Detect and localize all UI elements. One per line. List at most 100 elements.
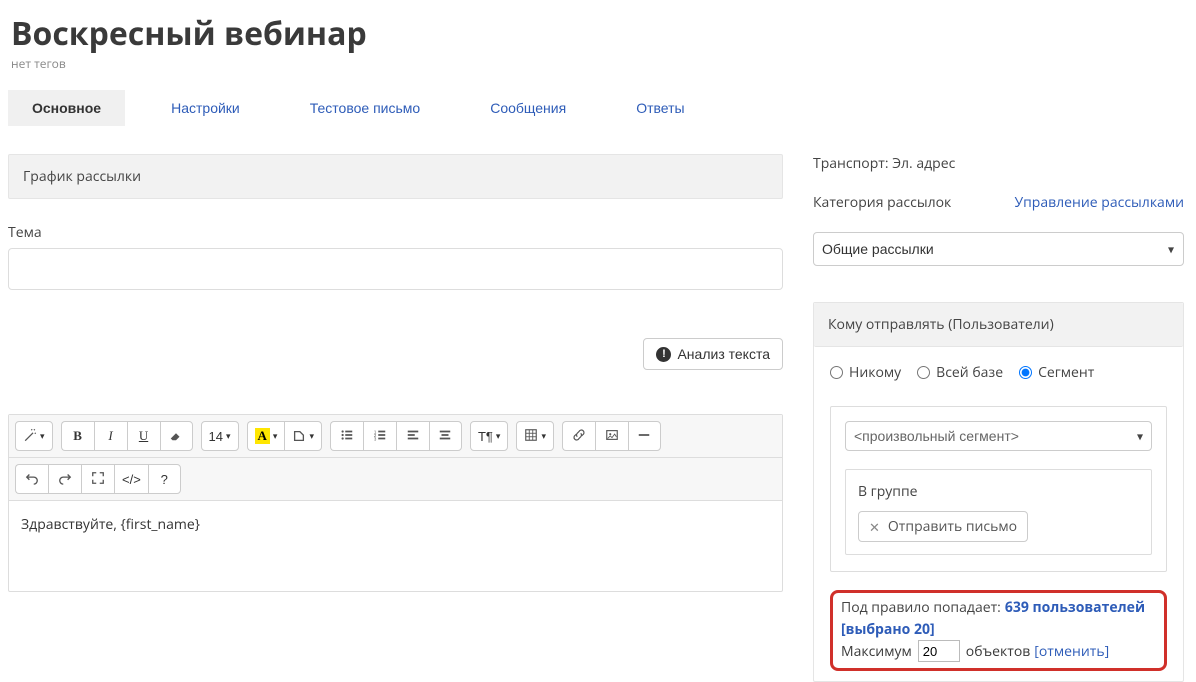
- help-button[interactable]: ?: [148, 464, 181, 494]
- ul-button[interactable]: [330, 421, 363, 451]
- ul-icon: [340, 428, 354, 445]
- radio-segment-label: Сегмент: [1038, 363, 1094, 382]
- schedule-header: График рассылки: [8, 154, 783, 199]
- radio-segment-input[interactable]: [1019, 366, 1032, 379]
- radio-nobody[interactable]: Никому: [830, 363, 901, 382]
- redo-button[interactable]: [48, 464, 81, 494]
- side-column: Транспорт: Эл. адрес Категория рассылок …: [813, 154, 1188, 682]
- tab-messages[interactable]: Сообщения: [466, 90, 590, 126]
- radio-all-input[interactable]: [917, 366, 930, 379]
- redo-icon: [58, 471, 72, 488]
- tab-main[interactable]: Основное: [8, 90, 125, 126]
- tab-settings[interactable]: Настройки: [147, 90, 264, 126]
- link-button[interactable]: [562, 421, 595, 451]
- editor-toolbar-row2: </> ?: [9, 458, 782, 501]
- table-button[interactable]: ▾: [516, 421, 554, 451]
- eraser-icon: [169, 428, 183, 445]
- rule-users-link[interactable]: 639 пользователей: [1005, 597, 1145, 619]
- subject-input[interactable]: [8, 248, 783, 290]
- analyze-text-label: Анализ текста: [677, 346, 770, 362]
- editor-body[interactable]: Здравствуйте, {first_name}: [9, 501, 782, 591]
- hr-button[interactable]: [628, 421, 661, 451]
- tab-answers[interactable]: Ответы: [612, 90, 708, 126]
- page-title: Воскресный вебинар: [11, 12, 1188, 55]
- group-chip[interactable]: ✕ Отправить письмо: [858, 511, 1028, 542]
- rich-text-editor: ▾ B I U: [8, 414, 783, 592]
- align-left-icon: [406, 428, 420, 445]
- caret-icon: ▾: [541, 431, 546, 442]
- italic-button[interactable]: I: [94, 421, 127, 451]
- table-icon: [524, 428, 538, 445]
- category-label: Категория рассылок: [813, 193, 951, 212]
- image-button[interactable]: [595, 421, 628, 451]
- fullscreen-icon: [91, 471, 105, 488]
- hr-icon: [637, 428, 651, 445]
- help-icon: ?: [161, 472, 168, 487]
- align-center-icon: [438, 428, 452, 445]
- ol-button[interactable]: 123: [363, 421, 396, 451]
- align-left-button[interactable]: [396, 421, 429, 451]
- caret-icon: ▾: [496, 431, 501, 442]
- font-color-button[interactable]: A▾: [247, 421, 285, 451]
- codeview-button[interactable]: </>: [114, 464, 148, 494]
- cancel-max-link[interactable]: [отменить]: [1034, 641, 1109, 663]
- segment-select[interactable]: <произвольный сегмент>: [845, 421, 1152, 451]
- radio-all-label: Всей базе: [936, 363, 1003, 382]
- radio-segment[interactable]: Сегмент: [1019, 363, 1094, 382]
- svg-text:3: 3: [374, 436, 377, 441]
- max-prefix: Максимум: [841, 641, 912, 663]
- transport-label: Транспорт: Эл. адрес: [813, 154, 1184, 173]
- radio-all[interactable]: Всей базе: [917, 363, 1003, 382]
- manage-mailing-link[interactable]: Управление рассылками: [1014, 193, 1184, 212]
- bgcolor-icon: [292, 429, 306, 443]
- tabs-bar: Основное Настройки Тестовое письмо Сообщ…: [8, 90, 1188, 126]
- font-color-icon: A: [255, 428, 270, 444]
- rule-highlight-box: Под правило попадает: 639 пользователей …: [830, 590, 1167, 671]
- image-icon: [605, 428, 619, 445]
- rule-prefix: Под правило попадает:: [841, 597, 1001, 619]
- fontsize-label: 14: [209, 429, 223, 444]
- magic-wand-icon: [23, 428, 37, 445]
- caret-icon: ▾: [309, 431, 314, 442]
- chip-remove-icon[interactable]: ✕: [869, 518, 880, 536]
- undo-button[interactable]: [15, 464, 48, 494]
- group-box: В группе ✕ Отправить письмо: [845, 469, 1152, 555]
- recipients-header: Кому отправлять (Пользователи): [814, 303, 1183, 347]
- analyze-text-button[interactable]: ! Анализ текста: [643, 338, 783, 370]
- link-icon: [572, 428, 586, 445]
- exclamation-icon: !: [656, 347, 671, 362]
- eraser-button[interactable]: [160, 421, 193, 451]
- undo-icon: [25, 471, 39, 488]
- paragraph-button[interactable]: T¶▾: [470, 421, 508, 451]
- recipients-panel: Кому отправлять (Пользователи) Никому Вс…: [813, 302, 1184, 682]
- paragraph-label: T¶: [478, 429, 493, 444]
- group-label: В группе: [858, 482, 1139, 501]
- radio-nobody-input[interactable]: [830, 366, 843, 379]
- chip-label: Отправить письмо: [888, 517, 1017, 536]
- underline-button[interactable]: U: [127, 421, 160, 451]
- no-tags-label: нет тегов: [11, 55, 1188, 72]
- caret-icon: ▾: [226, 431, 231, 442]
- code-icon: </>: [122, 472, 141, 487]
- ol-icon: 123: [373, 428, 387, 445]
- tab-test-letter[interactable]: Тестовое письмо: [286, 90, 444, 126]
- align-center-button[interactable]: [429, 421, 462, 451]
- rule-selected-link[interactable]: [выбрано 20]: [841, 620, 935, 639]
- main-column: График рассылки Тема ! Анализ текста ▾: [8, 154, 783, 682]
- fontsize-button[interactable]: 14▾: [201, 421, 239, 451]
- category-select[interactable]: Общие рассылки: [813, 232, 1184, 266]
- max-objects-input[interactable]: [918, 640, 960, 662]
- fullscreen-button[interactable]: [81, 464, 114, 494]
- recipients-radios: Никому Всей базе Сегмент: [830, 363, 1167, 382]
- caret-icon: ▾: [273, 431, 278, 442]
- radio-nobody-label: Никому: [849, 363, 901, 382]
- max-objects-label: объектов: [966, 641, 1031, 663]
- page-root: Воскресный вебинар нет тегов Основное На…: [0, 12, 1196, 682]
- subject-label: Тема: [8, 223, 783, 242]
- segment-block: <произвольный сегмент> В группе ✕ Отправ…: [830, 406, 1167, 572]
- magic-button[interactable]: ▾: [15, 421, 53, 451]
- caret-icon: ▾: [40, 431, 45, 442]
- bg-color-button[interactable]: ▾: [284, 421, 322, 451]
- editor-toolbar-row1: ▾ B I U: [9, 415, 782, 458]
- bold-button[interactable]: B: [61, 421, 94, 451]
